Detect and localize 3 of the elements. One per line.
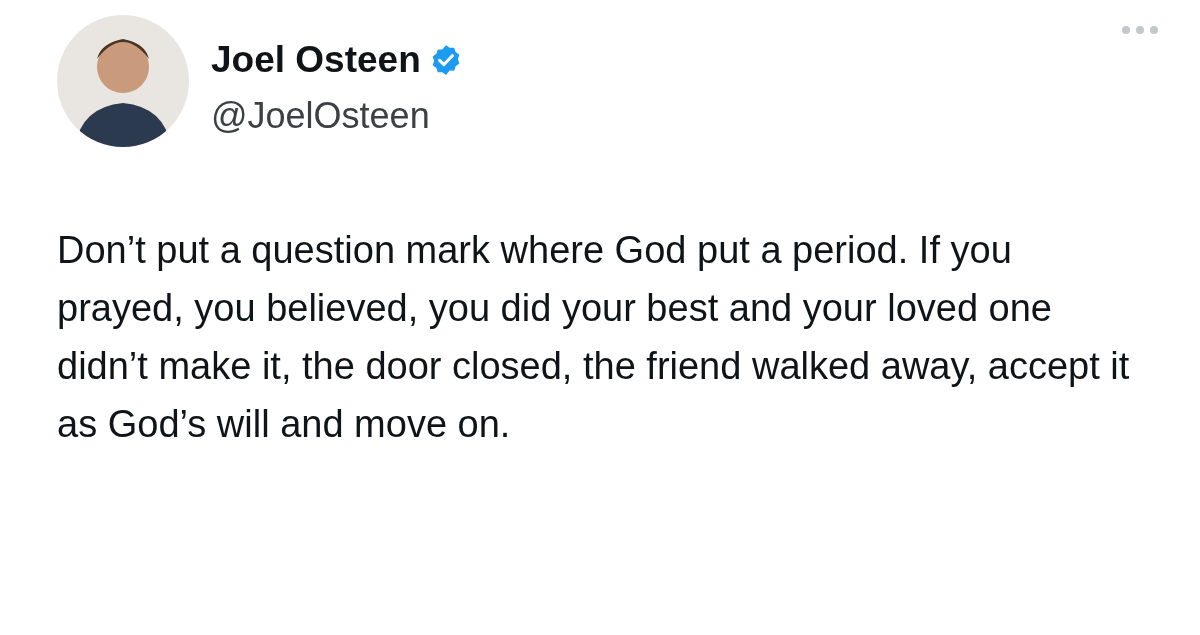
tweet-text: Don’t put a question mark where God put a period. If you prayed, you believed, you did your best and your loved one didn’t make it, the door closed, the friend walked away, accept it as God’s will and move on. [57, 228, 1131, 447]
author-name[interactable]: Joel Osteen [211, 39, 421, 81]
author-handle[interactable]: @JoelOsteen [211, 95, 1120, 137]
